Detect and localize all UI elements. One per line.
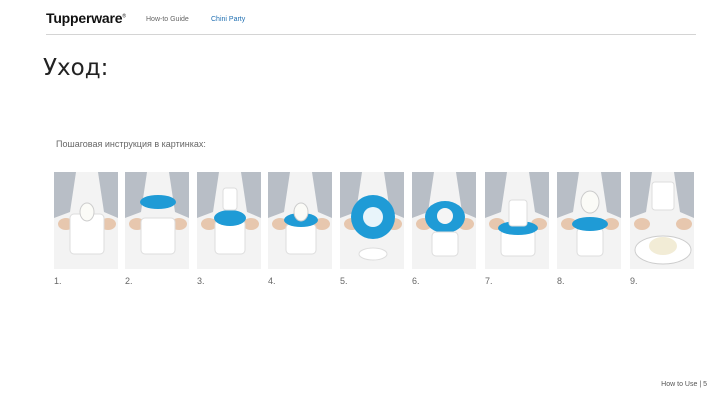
step-9: 9. [630,172,694,286]
footer-separator: | [699,381,702,388]
nav-chini-party[interactable]: Chini Party [211,16,245,23]
cup [508,199,528,227]
step-illustration [485,172,549,269]
nav-how-to-guide[interactable]: How-to Guide [146,16,189,23]
step-photo [630,172,694,269]
step-5: 5. [340,172,404,286]
step-number: 1. [54,276,62,286]
step-illustration [268,172,332,269]
step-number: 4. [268,276,276,286]
step-6: 6. [412,172,476,286]
page-number: 5 [703,381,707,388]
food [649,237,677,255]
step-illustration [197,172,261,269]
container [431,231,459,257]
step-number: 7. [485,276,493,286]
container [358,247,388,261]
container [285,223,317,255]
step-number: 2. [125,276,133,286]
step-photo [197,172,261,269]
subtitle: Пошаговая инструкция в картинках: [56,139,206,149]
step-photo [268,172,332,269]
blue-lid [214,210,246,226]
step-illustration [125,172,189,269]
step-number: 5. [340,276,348,286]
step-photo [485,172,549,269]
step-7: 7. [485,172,549,286]
step-8: 8. [557,172,621,286]
hand-left [634,218,650,230]
blue-ring [572,217,608,231]
step-gallery: 1. 2. 3. 4. 5. 6. 7. 8. 9. [54,172,699,292]
step-photo [125,172,189,269]
page-footer: How to Use | 5 [661,381,707,388]
step-3: 3. [197,172,261,286]
header-bar: Tupperware® How-to Guide Chini Party [46,10,696,35]
ring-center [437,208,453,224]
egg [580,190,600,214]
container [576,227,604,257]
step-2: 2. [125,172,189,286]
cup [651,181,675,211]
step-number: 3. [197,276,205,286]
step-photo [412,172,476,269]
brand-logo[interactable]: Tupperware® [46,10,126,26]
page-title: Уход: [43,55,109,81]
step-number: 9. [630,276,638,286]
step-illustration [412,172,476,269]
step-illustration [54,172,118,269]
container [140,217,176,255]
step-4: 4. [268,172,332,286]
step-illustration [340,172,404,269]
blue-lid [140,195,176,209]
egg [293,202,309,222]
step-number: 8. [557,276,565,286]
step-illustration [557,172,621,269]
step-1: 1. [54,172,118,286]
step-photo [557,172,621,269]
cup [222,187,238,211]
hand-right [676,218,692,230]
footer-label: How to Use [661,381,698,388]
egg [79,202,95,222]
step-number: 6. [412,276,420,286]
step-photo [340,172,404,269]
step-photo [54,172,118,269]
step-illustration [630,172,694,269]
ring-center [363,207,383,227]
